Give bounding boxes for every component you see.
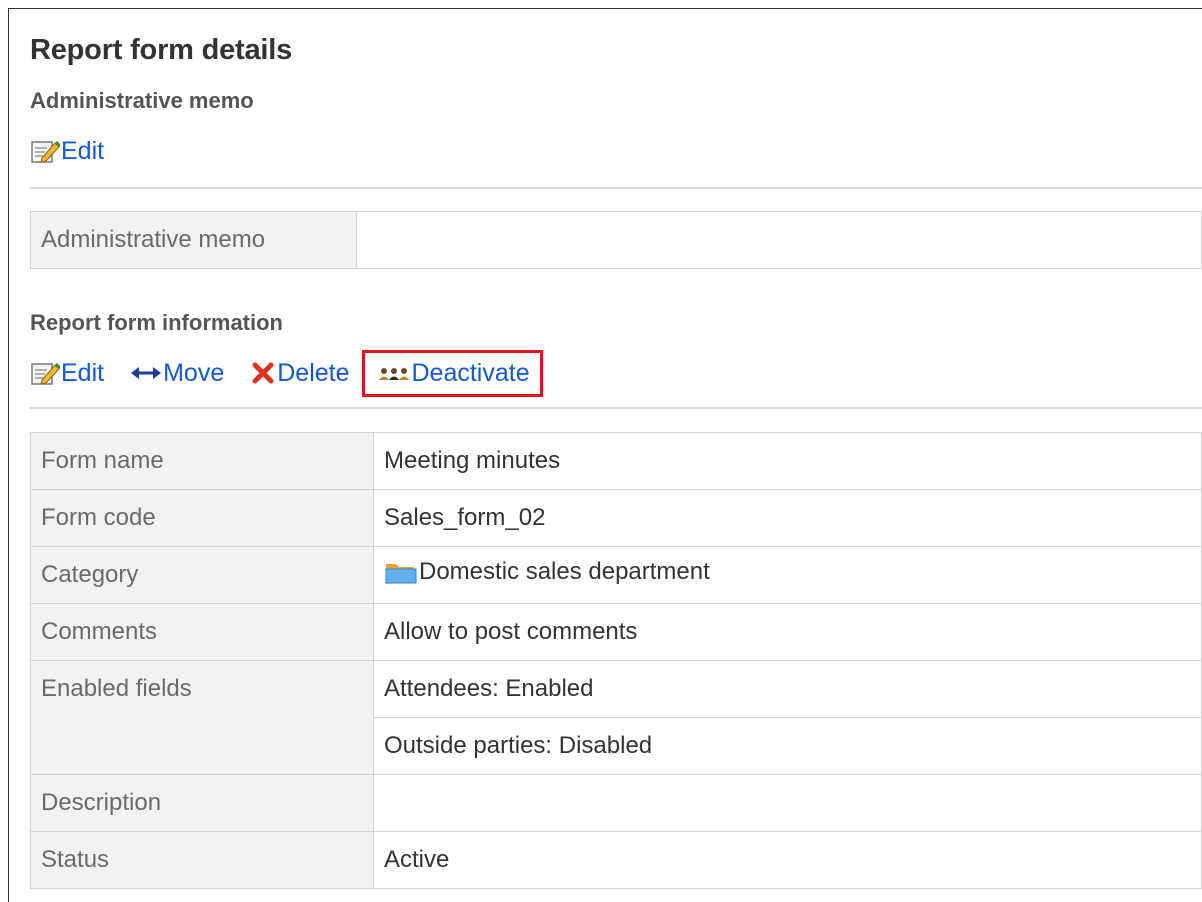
delete-label: Delete [277,358,350,387]
info-actions: Edit Move Delete Deactivate [30,349,543,397]
page-title: Report form details [30,34,293,66]
edit-pencil-icon [30,360,61,386]
enabled-field-attendees: Attendees: Enabled [373,660,1202,718]
info-section-title: Report form information [30,310,283,335]
status-label: Status [30,831,374,889]
memo-divider [30,187,1202,189]
category-label: Category [30,546,374,604]
description-value [373,774,1202,832]
memo-edit-link[interactable]: Edit [30,137,104,166]
red-x-icon [250,361,276,385]
table-row: Enabled fields Attendees: Enabled [30,660,1202,775]
left-right-arrow-icon [130,363,162,383]
deactivate-link[interactable]: Deactivate [361,349,543,397]
enabled-fields-label: Enabled fields [30,660,374,775]
memo-edit-label: Edit [61,136,105,165]
move-label: Move [163,358,225,387]
table-row: Form name Meeting minutes [30,432,1202,490]
info-edit-link[interactable]: Edit [30,359,104,388]
folder-icon [384,559,418,585]
users-inactive-icon [377,363,411,383]
comments-label: Comments [30,603,374,661]
table-row: Description [30,774,1202,832]
memo-table: Administrative memo [30,211,1202,269]
info-table: Form name Meeting minutes Form code Sale… [30,432,1202,889]
table-row: Status Active [30,831,1202,889]
delete-link[interactable]: Delete [250,358,350,388]
form-name-label: Form name [30,432,374,490]
status-value: Active [373,831,1202,889]
form-code-label: Form code [30,489,374,547]
enabled-field-outside-parties: Outside parties: Disabled [373,717,1202,775]
memo-row-label: Administrative memo [30,211,357,269]
table-row: Comments Allow to post comments [30,603,1202,661]
form-name-value: Meeting minutes [373,432,1202,490]
info-divider [30,407,1202,409]
edit-pencil-icon [30,138,61,164]
comments-value: Allow to post comments [373,603,1202,661]
table-row: Administrative memo [30,211,1202,269]
memo-section-title: Administrative memo [30,88,254,113]
table-row: Category Domestic sales department [30,546,1202,604]
category-value-cell: Domestic sales department [373,546,1202,604]
description-label: Description [30,774,374,832]
move-link[interactable]: Move [130,359,224,388]
form-code-value: Sales_form_02 [373,489,1202,547]
table-row: Form code Sales_form_02 [30,489,1202,547]
deactivate-label: Deactivate [411,358,530,387]
info-edit-label: Edit [61,358,105,387]
memo-actions: Edit [30,131,104,171]
category-value: Domestic sales department [419,558,710,585]
memo-row-value [356,211,1202,269]
